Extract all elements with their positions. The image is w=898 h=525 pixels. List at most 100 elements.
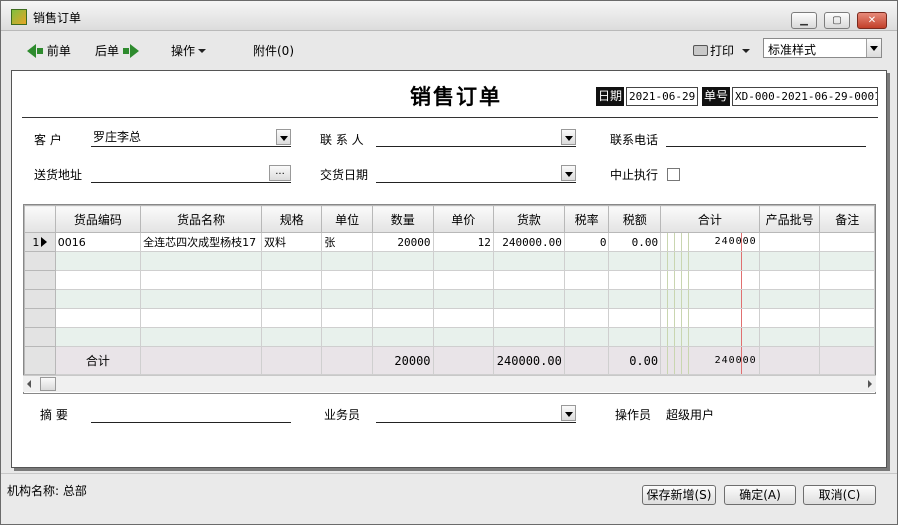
column-header-amount[interactable]: 货款 <box>492 205 565 233</box>
cell[interactable] <box>261 289 323 309</box>
cell[interactable] <box>492 289 565 309</box>
cell[interactable] <box>758 289 821 309</box>
cell-total[interactable] <box>660 327 760 347</box>
cell[interactable] <box>432 308 494 328</box>
print-button[interactable]: 打印 <box>693 42 751 59</box>
column-header-code[interactable]: 货品编码 <box>54 205 142 233</box>
customer-field[interactable]: 罗庄李总 <box>91 129 291 147</box>
ok-button[interactable]: 确定(A) <box>724 485 796 505</box>
cell[interactable] <box>608 289 662 309</box>
column-header-total[interactable]: 合计 <box>660 205 760 233</box>
cell[interactable] <box>261 327 323 347</box>
cell[interactable] <box>563 289 610 309</box>
cell[interactable] <box>54 327 142 347</box>
operate-menu[interactable]: 操作 <box>171 42 207 59</box>
cell-amount[interactable]: 240000.00 <box>492 232 565 252</box>
contact-field[interactable] <box>376 129 576 147</box>
chevron-down-icon[interactable] <box>561 129 576 145</box>
close-button[interactable]: ✕ <box>857 12 887 29</box>
row-header[interactable] <box>24 289 56 309</box>
column-header-qty[interactable]: 数量 <box>371 205 434 233</box>
cell[interactable] <box>608 327 662 347</box>
scroll-thumb[interactable] <box>40 377 56 391</box>
cell[interactable] <box>758 270 821 290</box>
column-header-remark[interactable]: 备注 <box>819 205 875 233</box>
cell[interactable] <box>819 270 875 290</box>
cell-batch[interactable] <box>758 232 821 252</box>
browse-button[interactable]: ... <box>269 165 291 181</box>
cell[interactable] <box>321 251 373 271</box>
chevron-down-icon[interactable] <box>276 129 291 145</box>
cell[interactable] <box>758 308 821 328</box>
row-header[interactable]: 1 <box>24 232 56 252</box>
cell[interactable] <box>563 270 610 290</box>
cell[interactable] <box>608 270 662 290</box>
scroll-left-icon[interactable] <box>27 380 31 388</box>
stop-checkbox[interactable] <box>667 168 680 181</box>
cell[interactable] <box>563 251 610 271</box>
cell[interactable] <box>261 251 323 271</box>
save-new-button[interactable]: 保存新增(S) <box>642 485 716 505</box>
cell[interactable] <box>321 308 373 328</box>
column-header-spec[interactable]: 规格 <box>261 205 323 233</box>
cell[interactable] <box>321 327 373 347</box>
summary-field[interactable] <box>91 405 291 423</box>
cell[interactable] <box>563 308 610 328</box>
scroll-right-icon[interactable] <box>868 380 872 388</box>
cell[interactable] <box>492 308 565 328</box>
cell-total[interactable] <box>660 308 760 328</box>
cell[interactable] <box>492 251 565 271</box>
cell[interactable] <box>371 251 434 271</box>
cell-tax-rate[interactable]: 0 <box>563 232 610 252</box>
cell[interactable] <box>432 270 494 290</box>
prev-button[interactable]: 前单 <box>27 42 71 59</box>
caret-down-icon[interactable] <box>742 49 751 53</box>
cancel-button[interactable]: 取消(C) <box>803 485 876 505</box>
cell[interactable] <box>321 270 373 290</box>
print-style-select[interactable]: 标准样式 <box>763 38 882 58</box>
table-row[interactable] <box>24 289 875 309</box>
order-no-field[interactable]: XD-000-2021-06-29-0001 <box>732 87 878 106</box>
row-header[interactable] <box>24 308 56 328</box>
cell-total[interactable]: 240000 <box>660 232 760 252</box>
cell-total[interactable] <box>660 270 760 290</box>
table-row[interactable] <box>24 308 875 328</box>
cell[interactable] <box>54 270 142 290</box>
cell-code[interactable]: 0016 <box>54 232 142 252</box>
cell[interactable] <box>492 270 565 290</box>
cell[interactable] <box>819 308 875 328</box>
cell-price[interactable]: 12 <box>432 232 494 252</box>
table-row[interactable]: 1 0016 全连芯四次成型杨枝17 双料 张 20000 12 240000.… <box>24 232 875 252</box>
cell[interactable] <box>432 327 494 347</box>
maximize-button[interactable]: ▢ <box>824 12 850 29</box>
chevron-down-icon[interactable] <box>866 39 881 57</box>
row-header[interactable] <box>24 251 56 271</box>
cell[interactable] <box>261 270 323 290</box>
cell-total[interactable] <box>660 251 760 271</box>
cell[interactable] <box>140 327 263 347</box>
cell-unit[interactable]: 张 <box>321 232 373 252</box>
cell[interactable] <box>140 270 263 290</box>
column-header-price[interactable]: 单价 <box>432 205 494 233</box>
cell[interactable] <box>321 289 373 309</box>
cell[interactable] <box>140 251 263 271</box>
address-field[interactable]: ... <box>91 165 291 183</box>
cell-qty[interactable]: 20000 <box>371 232 434 252</box>
row-header[interactable] <box>24 270 56 290</box>
next-button[interactable]: 后单 <box>95 42 139 59</box>
table-row[interactable] <box>24 270 875 290</box>
cell[interactable] <box>371 270 434 290</box>
cell[interactable] <box>758 327 821 347</box>
cell-spec[interactable]: 双料 <box>261 232 323 252</box>
row-header[interactable] <box>24 327 56 347</box>
cell[interactable] <box>819 251 875 271</box>
cell[interactable] <box>758 251 821 271</box>
column-header-tax[interactable]: 税额 <box>608 205 662 233</box>
cell[interactable] <box>819 327 875 347</box>
cell[interactable] <box>819 289 875 309</box>
cell[interactable] <box>371 308 434 328</box>
salesman-field[interactable] <box>376 405 576 423</box>
cell[interactable] <box>371 289 434 309</box>
column-header-tax-rate[interactable]: 税率 <box>563 205 610 233</box>
minimize-button[interactable]: ▁ <box>791 12 817 29</box>
